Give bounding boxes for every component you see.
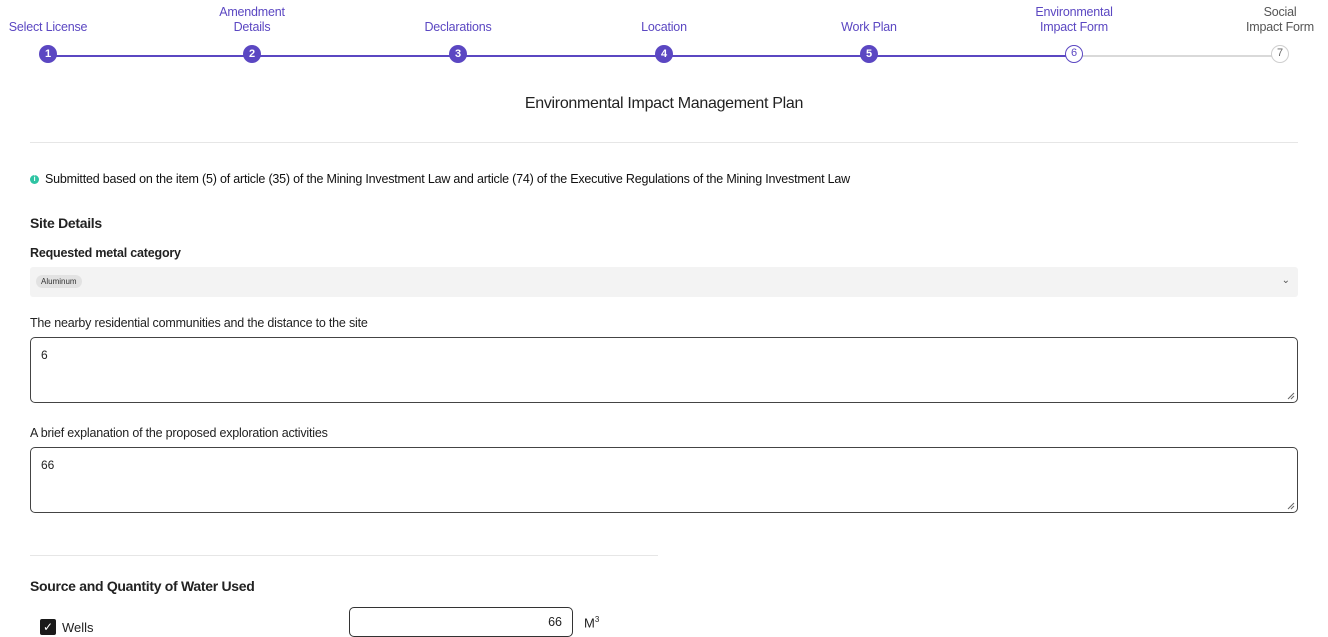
section-title-water: Source and Quantity of Water Used xyxy=(30,578,255,594)
residential-label: The nearby residential communities and t… xyxy=(30,316,368,330)
info-icon: i xyxy=(30,174,39,184)
metal-category-select[interactable]: Aluminum ⌄ xyxy=(30,267,1298,297)
step-number: 7 xyxy=(1271,45,1289,63)
residential-textarea[interactable]: 6 xyxy=(30,337,1298,403)
selected-metal-chip[interactable]: Aluminum xyxy=(36,275,82,288)
step-label: Declarations xyxy=(424,20,492,34)
step-label: Location xyxy=(641,20,687,34)
wells-label: Wells xyxy=(62,619,94,635)
step-label: Environmental Impact Form xyxy=(1035,5,1113,34)
step-select-license[interactable]: Select License 1 xyxy=(0,0,108,63)
unit-label: M3 xyxy=(584,615,599,630)
unit-superscript: 3 xyxy=(594,615,600,624)
section-divider xyxy=(30,555,658,556)
wells-checkbox[interactable]: ✓ xyxy=(40,619,56,635)
step-label: Social Impact Form xyxy=(1246,5,1314,34)
step-declarations[interactable]: Declarations 3 xyxy=(398,0,518,63)
step-amendment-details[interactable]: Amendment Details 2 xyxy=(192,0,312,63)
section-title-site-details: Site Details xyxy=(30,215,102,231)
residential-value: 6 xyxy=(41,348,48,362)
title-divider xyxy=(30,142,1298,143)
step-number: 3 xyxy=(449,45,467,63)
step-label: Amendment Details xyxy=(219,5,285,34)
step-number: 5 xyxy=(860,45,878,63)
resize-handle-icon[interactable] xyxy=(1287,392,1295,400)
check-icon: ✓ xyxy=(42,620,54,634)
exploration-label: A brief explanation of the proposed expl… xyxy=(30,426,328,440)
exploration-value: 66 xyxy=(41,458,55,472)
chevron-down-icon[interactable]: ⌄ xyxy=(1282,275,1290,286)
step-work-plan[interactable]: Work Plan 5 xyxy=(809,0,929,63)
step-number: 2 xyxy=(243,45,261,63)
info-note-text: Submitted based on the item (5) of artic… xyxy=(45,172,850,186)
progress-stepper: Select License 1 Amendment Details 2 Dec… xyxy=(0,0,1328,72)
unit-text: M xyxy=(584,615,595,631)
step-number: 4 xyxy=(655,45,673,63)
wells-quantity-input[interactable]: 66 xyxy=(349,607,573,637)
step-number: 6 xyxy=(1065,45,1083,63)
wells-checkbox-row[interactable]: ✓ Wells xyxy=(40,619,94,635)
resize-handle-icon[interactable] xyxy=(1287,502,1295,510)
step-location[interactable]: Location 4 xyxy=(604,0,724,63)
exploration-textarea[interactable]: 66 xyxy=(30,447,1298,513)
page-title: Environmental Impact Management Plan xyxy=(524,95,804,112)
wells-quantity-value: 66 xyxy=(548,615,562,629)
step-social-impact-form[interactable]: Social Impact Form 7 xyxy=(1220,0,1328,63)
step-environmental-impact-form[interactable]: Environmental Impact Form 6 xyxy=(1014,0,1134,63)
metal-category-label: Requested metal category xyxy=(30,246,181,260)
step-number: 1 xyxy=(39,45,57,63)
info-note: i Submitted based on the item (5) of art… xyxy=(30,172,850,186)
step-label: Work Plan xyxy=(841,20,897,34)
step-label: Select License xyxy=(8,20,88,34)
